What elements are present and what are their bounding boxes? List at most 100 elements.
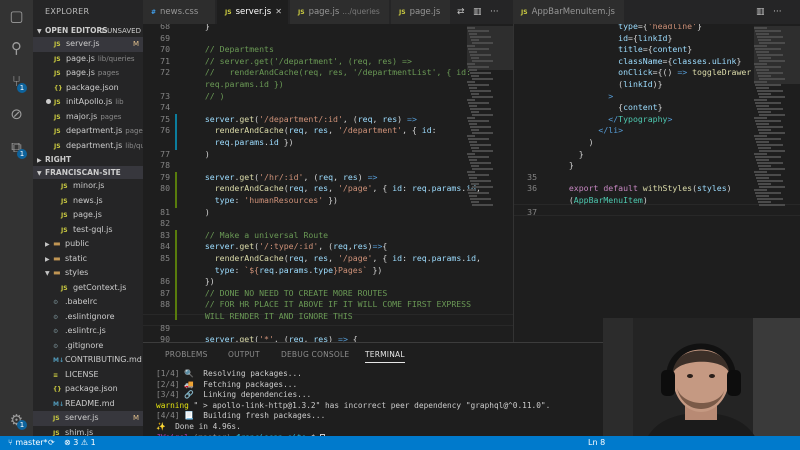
tab-output[interactable]: OUTPUT (228, 347, 260, 363)
tree-item[interactable]: JS getContext.js (33, 281, 143, 296)
error-icon: ⊗ (64, 438, 74, 447)
tree-item[interactable]: JS server.js M (33, 411, 143, 426)
code-token: params (431, 253, 462, 263)
code-text: ) (195, 149, 210, 161)
tree-item[interactable]: {} package.json (33, 382, 143, 397)
code-token: , (328, 183, 338, 194)
tree-item[interactable]: JS page.js (33, 208, 143, 223)
markdown-file-icon: M↓ (53, 400, 64, 408)
code-token: => (338, 334, 348, 342)
sync-icon[interactable]: ⟳ (48, 436, 55, 450)
open-editor-item[interactable]: JS major.js pages (33, 110, 143, 125)
open-changes-icon[interactable]: ⇄ (457, 0, 465, 24)
right-group-header[interactable]: ▶ RIGHT (33, 153, 143, 166)
editor-server-js[interactable]: 68 } 69 70 // Departments 71 // server.get(… (143, 24, 513, 342)
files-icon[interactable]: ▢ (8, 8, 25, 25)
tab-problems[interactable]: PROBLEMS (165, 347, 208, 363)
code-text: req.params.id }) (195, 79, 284, 91)
code-token: type (313, 264, 334, 275)
js-file-icon: JS (225, 9, 232, 16)
tab-debug-console[interactable]: DEBUG CONSOLE (281, 347, 349, 363)
code-token: get (239, 171, 255, 182)
problems-indicator[interactable]: ⊗ 3 ⚠ 1 (64, 436, 96, 450)
open-editor-item[interactable]: JS server.js M (33, 37, 143, 52)
minimap-line (759, 168, 785, 170)
code-token: }) (367, 264, 383, 275)
open-editor-item[interactable]: JS initApollo.js lib (33, 95, 143, 110)
split-editor-icon[interactable]: ▥ (756, 0, 765, 24)
minimap-line (754, 99, 767, 101)
tree-item[interactable]: ▼ ▬ styles (33, 266, 143, 281)
open-editor-item[interactable]: JS department.jspages (33, 124, 143, 139)
tab-page-js[interactable]: JS page.js (391, 0, 451, 24)
line-number: 90 (160, 334, 170, 342)
more-actions-icon[interactable]: ··· (773, 0, 782, 24)
tree-item[interactable]: ⚙ .gitignore (33, 339, 143, 354)
minimap-line (757, 180, 783, 182)
folder-icon: ▬ (53, 239, 61, 248)
code-token: ( (559, 195, 574, 205)
open-editor-item[interactable]: {} package.json (33, 81, 143, 96)
code-token: server (195, 334, 235, 342)
search-icon[interactable]: ⚲ (8, 40, 25, 57)
split-editor-icon[interactable]: ▥ (473, 0, 482, 24)
minimap-line (755, 48, 781, 50)
minimap-line (755, 192, 781, 194)
code-line: 78 (143, 160, 513, 172)
license-file-icon: ≡ (53, 371, 59, 379)
tree-item[interactable]: JS news.js (33, 194, 143, 209)
tab-terminal[interactable]: TERMINAL (365, 347, 405, 363)
minimap[interactable] (467, 24, 513, 342)
open-editor-item[interactable]: JS department.jslib/que (33, 139, 143, 154)
minimap-line (754, 117, 767, 119)
code-token: req.params.id }) (195, 79, 284, 89)
js-file-icon: JS (54, 55, 61, 63)
minimap-line (468, 66, 489, 68)
tree-item[interactable]: ⚙ .eslintrc.js (33, 324, 143, 339)
project-label: FRANCISCAN-SITE (45, 168, 121, 177)
tab-appbarmenuitem-js[interactable]: JS AppBarMenuItem.js (513, 0, 625, 24)
git-branch[interactable]: ⑂ master* (8, 436, 48, 450)
tree-item[interactable]: ▶ ▬ static (33, 252, 143, 267)
tree-item[interactable]: JS minor.js (33, 179, 143, 194)
project-header[interactable]: ▼ FRANCISCAN-SITE (33, 166, 143, 179)
cursor-position[interactable]: Ln 8 (588, 436, 605, 450)
minimap-line (758, 93, 771, 95)
minimap-line (467, 81, 475, 83)
code-text: ) (195, 207, 210, 219)
tree-item[interactable]: ≡ LICENSE (33, 368, 143, 383)
tab-news-css[interactable]: # news.css (143, 0, 216, 24)
activity-bar: ▢ ⚲ ⑂ 1 ⊘ ⧉ 1 ⚙ 1 (0, 0, 33, 436)
tab-server-js[interactable]: JS server.js ✕ (217, 0, 289, 24)
tree-item[interactable]: JS shim.js (33, 426, 143, 437)
code-text: onClick={() => toggleDrawer (559, 67, 751, 79)
code-line: type: 'humanResources' }) (143, 195, 513, 207)
minimap-line (472, 114, 493, 116)
editor-appbarmenuitem-js[interactable]: type={'headline'} id={linkId} title={con… (513, 24, 800, 342)
close-icon[interactable]: ✕ (275, 0, 282, 24)
tree-item[interactable]: ⚙ .eslintignore (33, 310, 143, 325)
terminal-text: 🔗 Linking dependencies... (184, 390, 312, 400)
minimap[interactable] (754, 24, 800, 342)
open-editor-item[interactable]: JS page.js lib/queries (33, 52, 143, 67)
code-text: req.params.id }) (195, 137, 294, 149)
tab-page-js-queries[interactable]: JS page.js .../queries (290, 0, 390, 24)
tab-label: page.js (308, 7, 340, 17)
minimap-line (754, 189, 767, 191)
more-actions-icon[interactable]: ··· (490, 0, 499, 24)
debug-icon[interactable]: ⊘ (8, 106, 25, 123)
code-token: withStyles (637, 183, 693, 194)
tree-item[interactable]: M↓README.md (33, 397, 143, 412)
tree-item[interactable]: JS test-gql.js (33, 223, 143, 238)
file-name: minor.js (73, 181, 105, 190)
tree-item[interactable]: ▶ ▬ public (33, 237, 143, 252)
tree-item[interactable]: M↓CONTRIBUTING.md (33, 353, 143, 368)
code-token: id (392, 253, 403, 263)
tree-item[interactable]: ⚙ .babelrc (33, 295, 143, 310)
minimap-line (468, 102, 489, 104)
minimap-line (468, 174, 489, 176)
open-editors-header[interactable]: ▼ OPEN EDITORS 1 UNSAVED (33, 24, 143, 37)
open-editor-item[interactable]: JS page.js pages (33, 66, 143, 81)
line-number: 77 (160, 148, 170, 159)
code-token: } (559, 148, 584, 159)
